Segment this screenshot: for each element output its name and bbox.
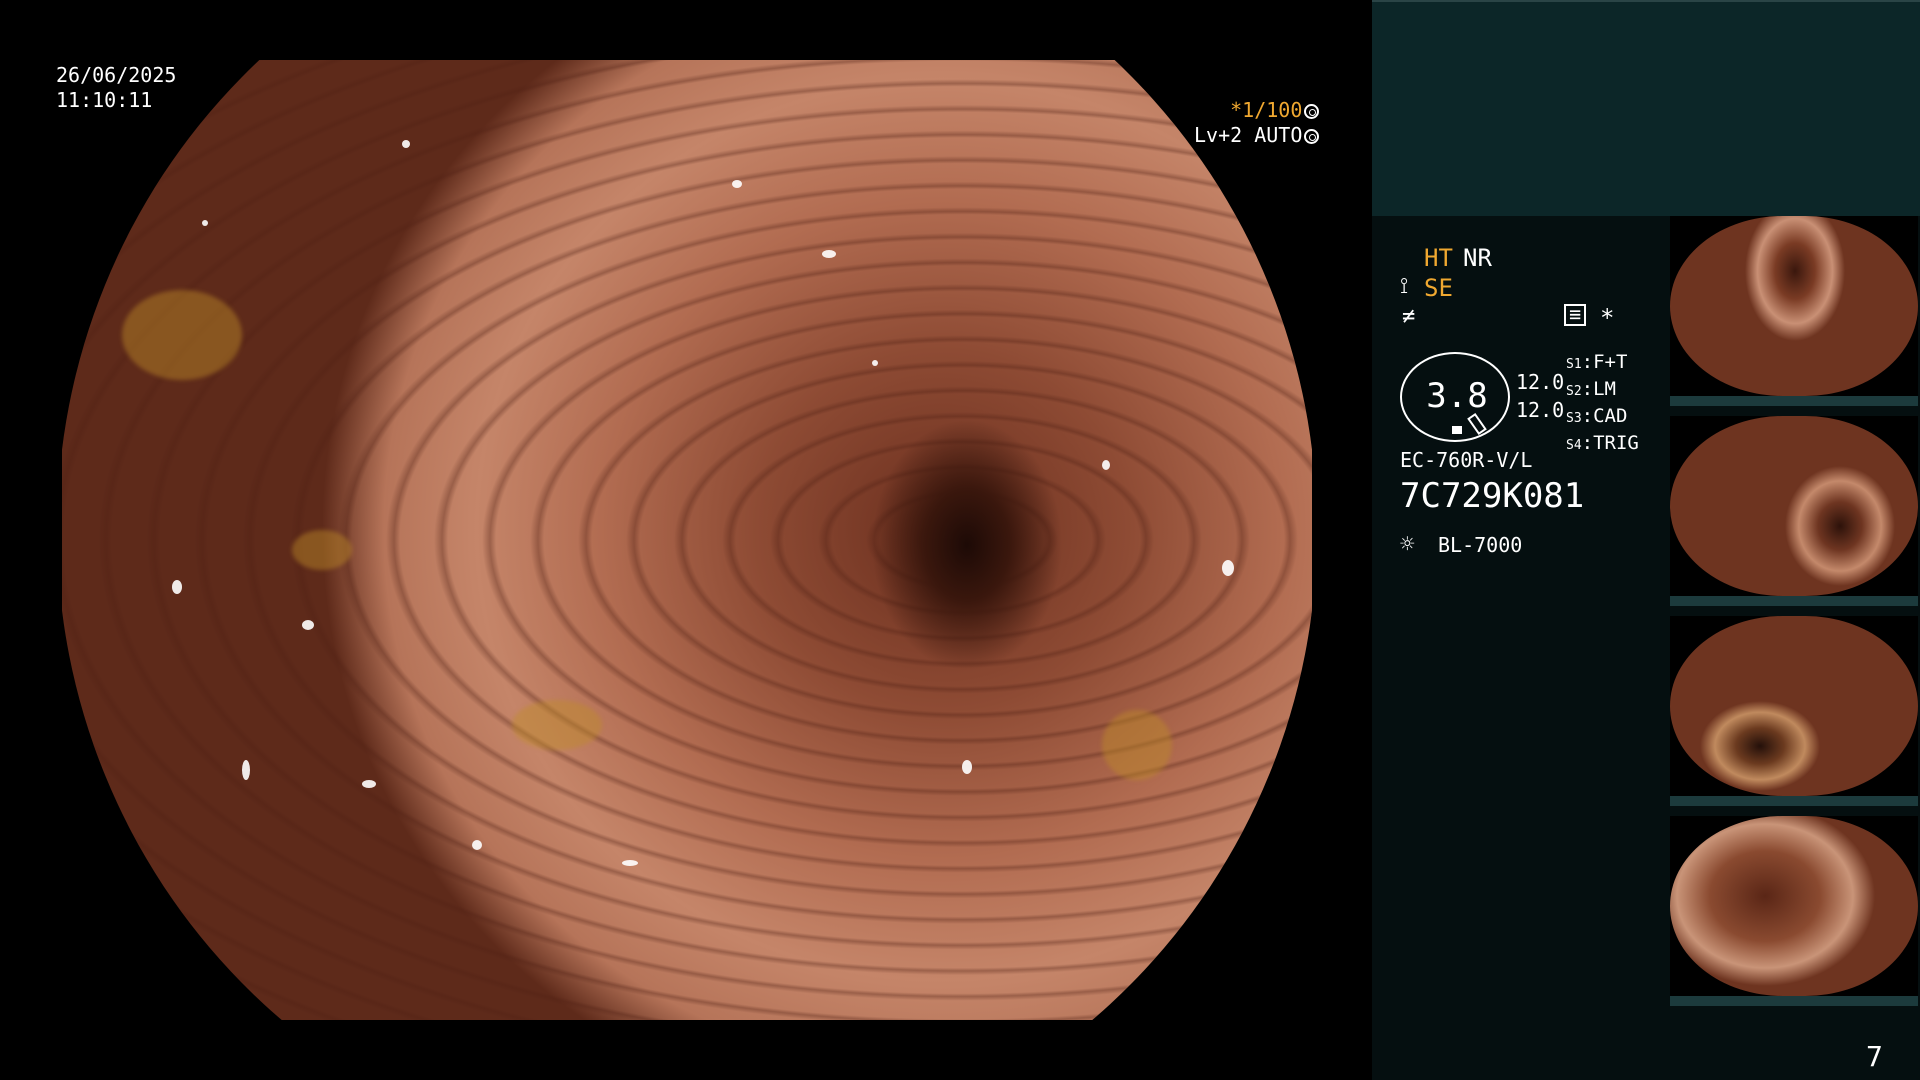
- value-line-1: 12.0: [1516, 370, 1565, 394]
- color-enhance-icon: ≠: [1402, 304, 1416, 329]
- value-line-2: 12.0: [1516, 398, 1565, 422]
- light-source-icon: ☼: [1400, 530, 1415, 558]
- scope-model: EC-760R-V/L: [1400, 448, 1533, 472]
- time-text: 11:10:11: [56, 88, 153, 112]
- light-source-label: BL-7000: [1438, 533, 1523, 557]
- settings-list-icon: ≡: [1564, 304, 1586, 326]
- nr-label: NR: [1463, 244, 1492, 272]
- colon-lumen-image: [62, 60, 1312, 1020]
- gauge-needle-icon: [1467, 412, 1487, 436]
- switch-assignments: S1:F+T S2:LM S3:CAD S4:TRIG: [1566, 350, 1639, 458]
- switch-row: S3:CAD: [1566, 405, 1628, 427]
- gauge-value: 3.8: [1426, 376, 1488, 416]
- switch-row: S2:LM: [1566, 378, 1616, 400]
- zoom-level-readout: *1/100 Lv+2 AUTO: [1194, 98, 1320, 148]
- capture-thumbnail[interactable]: [1670, 416, 1918, 606]
- zoom-ratio-text: *1/100: [1230, 98, 1303, 122]
- capture-thumbnail[interactable]: [1670, 216, 1918, 406]
- switch-row: S4:TRIG: [1566, 432, 1639, 454]
- date-text: 26/06/2025: [56, 63, 177, 87]
- capture-thumbnail[interactable]: [1670, 616, 1918, 806]
- page-number: 7: [1866, 1040, 1883, 1073]
- level-mode-text: Lv+2 AUTO: [1194, 123, 1303, 147]
- capture-thumbnail[interactable]: [1670, 816, 1918, 1006]
- se-label: SE: [1424, 274, 1453, 302]
- shutter-icon: [1304, 104, 1320, 119]
- star-indicator: *: [1600, 304, 1615, 332]
- pressure-gauge: 3.8: [1400, 352, 1510, 442]
- gauge-marker: [1452, 426, 1462, 434]
- scope-serial: 7C729K081: [1400, 476, 1585, 516]
- ht-label: HT: [1424, 244, 1453, 272]
- info-panel-header: [1372, 0, 1920, 216]
- endoscope-main-view: 26/06/2025 11:10:11 *1/100 Lv+2 AUTO: [0, 0, 1372, 1080]
- iris-icon: [1304, 129, 1320, 144]
- date-time-readout: 26/06/2025 11:10:11: [56, 63, 176, 113]
- switch-row: S1:F+T: [1566, 351, 1628, 373]
- structure-enhance-icon: ⟟: [1400, 274, 1409, 299]
